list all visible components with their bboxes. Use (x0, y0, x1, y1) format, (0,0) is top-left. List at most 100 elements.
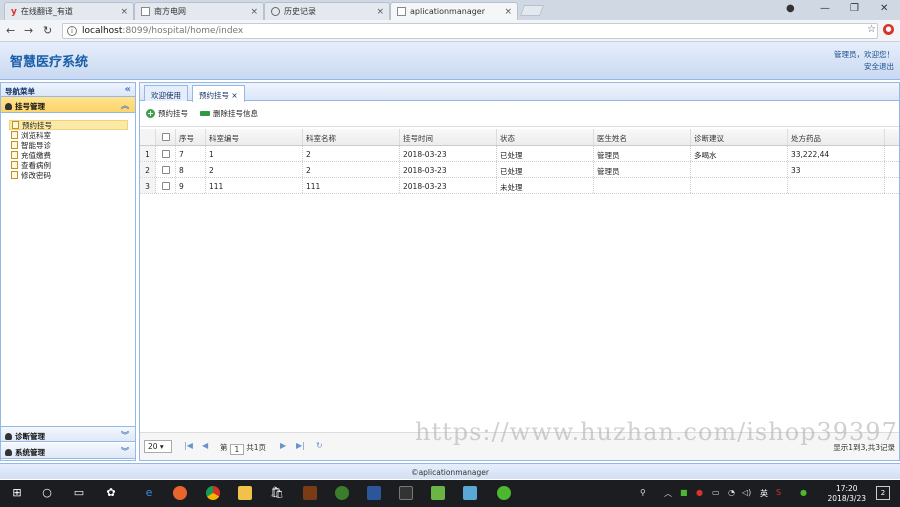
person-icon[interactable]: ⚲ (640, 488, 646, 497)
windows-start-icon[interactable]: ⊞ (10, 486, 24, 500)
battery-icon[interactable]: ▭ (712, 488, 720, 497)
logout-link[interactable]: 安全退出 (834, 61, 894, 73)
reload-icon[interactable]: ↻ (43, 24, 52, 37)
last-page-icon[interactable]: ▶| (296, 441, 305, 450)
chevron-down-icon[interactable]: ︾ (121, 446, 129, 457)
search-icon[interactable]: ○ (40, 486, 54, 500)
sidebar-item-records[interactable]: 查看病例 (9, 160, 128, 170)
user-icon (5, 103, 12, 110)
page-size-select[interactable]: 20 ▾ (144, 440, 172, 453)
sidebar-item-recharge[interactable]: 充值缴费 (9, 150, 128, 160)
table-cell (788, 178, 885, 193)
notepad-icon[interactable] (431, 486, 445, 500)
clock[interactable]: 17:20 2018/3/23 (828, 484, 866, 504)
app-icon[interactable]: ✿ (104, 486, 118, 500)
task-view-icon[interactable]: ▭ (72, 486, 86, 500)
word-icon[interactable] (367, 486, 381, 500)
browser-tab-youdao[interactable]: y 在线翻译_有道 × (4, 2, 134, 20)
minimize-icon[interactable]: — (820, 3, 830, 14)
back-icon[interactable]: ← (6, 24, 15, 37)
tab-appointment[interactable]: 预约挂号 × (192, 85, 245, 102)
add-appointment-button[interactable]: + 预约挂号 (146, 108, 188, 119)
game-icon[interactable] (303, 486, 317, 500)
column-header[interactable]: 处方药品 (788, 129, 885, 145)
table-cell: 管理员 (594, 146, 691, 161)
accordion-diagnosis[interactable]: 诊断管理 ︾ (1, 426, 135, 442)
terminal-icon[interactable] (399, 486, 413, 500)
browser-tab-app[interactable]: aplicationmanager × (390, 2, 518, 20)
tray-app-icon[interactable]: ● (800, 488, 807, 497)
url-input[interactable]: i localhost:8099/hospital/home/index (62, 23, 878, 39)
select-all-checkbox[interactable] (156, 129, 176, 145)
first-page-icon[interactable]: |◀ (184, 441, 193, 450)
wechat-icon[interactable] (497, 486, 511, 500)
sidebar-item-departments[interactable]: 浏览科室 (9, 130, 128, 140)
row-checkbox[interactable] (156, 162, 176, 177)
maximize-icon[interactable]: ❐ (850, 3, 859, 14)
network-icon[interactable]: ◔ (728, 488, 735, 497)
tray-arrow-icon[interactable]: ︿ (664, 488, 672, 499)
chevron-down-icon[interactable]: ︾ (121, 430, 129, 441)
notification-icon[interactable]: 2 (876, 486, 890, 500)
sidebar-item-appointment[interactable]: 预约挂号 (9, 120, 128, 130)
close-icon[interactable]: × (376, 7, 384, 17)
tray-app-icon[interactable]: ■ (680, 488, 688, 497)
main-panel: 欢迎使用 预约挂号 × + 预约挂号 删除挂号信息 序号 科室编号 科室名称 挂号… (139, 82, 900, 461)
hbuilder-icon[interactable] (335, 486, 349, 500)
table-row[interactable]: 2 8 2 2 2018-03-23 已处理 管理员 33 (140, 162, 899, 178)
row-checkbox[interactable] (156, 146, 176, 161)
edge-icon[interactable]: e (142, 486, 156, 500)
column-header[interactable]: 医生姓名 (594, 129, 691, 145)
store-icon[interactable]: 🛍 (270, 486, 284, 500)
close-icon[interactable]: × (231, 91, 237, 100)
table-cell: 已处理 (497, 146, 594, 161)
info-icon[interactable]: i (67, 26, 77, 36)
extension-icon[interactable]: ● (883, 24, 894, 35)
sidebar: 导航菜单 « 挂号管理 ︽ 预约挂号 浏览科室 智能导诊 充值缴费 查看病例 修… (0, 82, 136, 461)
page-number-input[interactable]: 1 (229, 444, 244, 455)
clock-date: 2018/3/23 (827, 494, 866, 503)
column-header[interactable]: 状态 (497, 129, 594, 145)
new-tab-button[interactable] (519, 5, 545, 16)
column-header[interactable]: 挂号时间 (400, 129, 497, 145)
table-cell: 33,222,44 (788, 146, 885, 161)
close-icon[interactable]: × (120, 7, 128, 17)
column-header[interactable]: 序号 (176, 129, 206, 145)
sidebar-item-guide[interactable]: 智能导诊 (9, 140, 128, 150)
window-close-icon[interactable]: ✕ (880, 3, 888, 14)
refresh-icon[interactable]: ↻ (316, 441, 323, 450)
table-row[interactable]: 1 7 1 2 2018-03-23 已处理 管理员 多喝水 33,222,44 (140, 146, 899, 162)
column-header[interactable]: 科室名称 (303, 129, 400, 145)
firefox-icon[interactable] (173, 486, 187, 500)
chevron-up-icon[interactable]: ︽ (121, 100, 129, 111)
app-icon[interactable] (463, 486, 477, 500)
profile-icon[interactable]: ● (786, 3, 795, 14)
address-bar: ← → ↻ i localhost:8099/hospital/home/ind… (0, 20, 900, 42)
table-cell: 多喝水 (691, 146, 788, 161)
tab-welcome[interactable]: 欢迎使用 (144, 85, 188, 101)
row-checkbox[interactable] (156, 178, 176, 193)
delete-appointment-button[interactable]: 删除挂号信息 (200, 108, 258, 119)
column-header[interactable]: 诊断建议 (691, 129, 788, 145)
sidebar-item-password[interactable]: 修改密码 (9, 170, 128, 180)
ime-indicator[interactable]: 英 (760, 488, 768, 499)
accordion-system[interactable]: 系统管理 ︾ (1, 443, 135, 459)
forward-icon[interactable]: → (24, 24, 33, 37)
accordion-registration[interactable]: 挂号管理 ︽ (1, 97, 135, 113)
next-page-icon[interactable]: ▶ (280, 441, 286, 450)
sogou-icon[interactable]: S (776, 488, 781, 497)
file-explorer-icon[interactable] (238, 486, 252, 500)
volume-icon[interactable]: ◁) (742, 488, 751, 497)
chrome-icon[interactable] (206, 486, 220, 500)
browser-tab-history[interactable]: 历史记录 × (264, 2, 390, 20)
close-icon[interactable]: × (504, 7, 512, 17)
bookmark-star-icon[interactable]: ☆ (867, 24, 876, 35)
collapse-icon[interactable]: « (125, 84, 131, 95)
browser-tab-csg[interactable]: 南方电网 × (134, 2, 264, 20)
table-row[interactable]: 3 9 111 111 2018-03-23 未处理 (140, 178, 899, 194)
column-header[interactable]: 科室编号 (206, 129, 303, 145)
tray-app-icon[interactable]: ● (696, 488, 703, 497)
prev-page-icon[interactable]: ◀ (202, 441, 208, 450)
table-cell: 2 (206, 162, 303, 177)
close-icon[interactable]: × (250, 7, 258, 17)
